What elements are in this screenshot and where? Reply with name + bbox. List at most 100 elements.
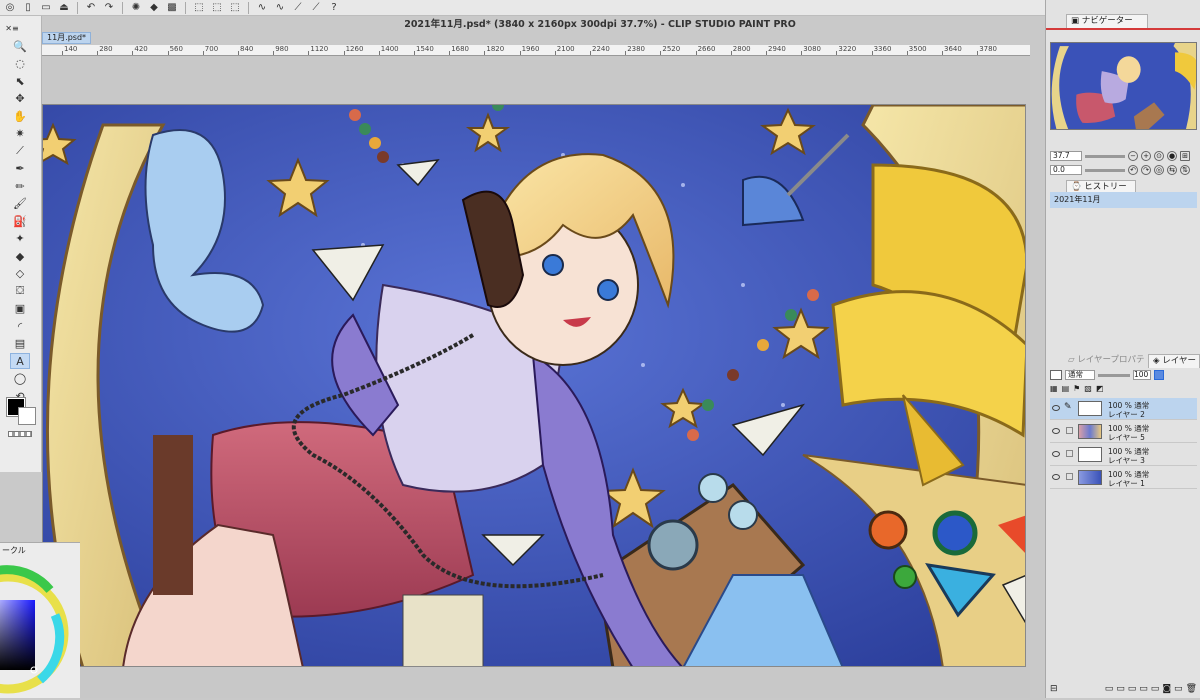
frame-icon[interactable]: ▤ bbox=[10, 336, 30, 352]
merge-layer-icon[interactable]: ▭ bbox=[1151, 684, 1160, 696]
layer-settings-row: 通常 100 bbox=[1050, 368, 1197, 382]
transform-icon[interactable]: ⬚ bbox=[191, 1, 207, 15]
stabilize-4-icon[interactable]: ⟋ bbox=[308, 1, 324, 15]
rotate-value-field[interactable]: 0.0 bbox=[1050, 165, 1082, 175]
airbrush-icon[interactable]: ⛽ bbox=[10, 213, 30, 229]
opacity-value[interactable]: 100 bbox=[1133, 370, 1151, 380]
zoom-in-icon[interactable]: + bbox=[1141, 151, 1151, 161]
pen-icon[interactable]: ✒ bbox=[10, 161, 30, 177]
gradient-icon[interactable]: ▣ bbox=[10, 301, 30, 317]
stabilize-1-icon[interactable]: ∿ bbox=[254, 1, 270, 15]
panel-menu-icon[interactable]: ⊟ bbox=[1050, 684, 1058, 696]
lasso-select-icon[interactable]: ◌ bbox=[10, 56, 30, 72]
layer-checkbox[interactable] bbox=[1066, 427, 1073, 434]
visibility-eye-icon[interactable] bbox=[1052, 405, 1060, 411]
rotate-slider[interactable] bbox=[1085, 168, 1125, 172]
right-dock: ▣ ナビゲーター 37.7 − + ⊙ ● ⊞ 0.0 ↶ ↷ ◎ ⇆ ⇅ ⌚ … bbox=[1045, 0, 1200, 698]
rotate-icon[interactable]: ⬚ bbox=[227, 1, 243, 15]
mask-icon[interactable]: ◩ bbox=[1096, 384, 1104, 394]
save-icon[interactable]: ⏏ bbox=[56, 1, 72, 15]
layer-row-2[interactable]: 100 % 通常 レイヤー 5 bbox=[1050, 421, 1197, 443]
clear-icon[interactable]: ✺ bbox=[128, 1, 144, 15]
fill-selection-icon[interactable]: ◆ bbox=[146, 1, 162, 15]
ruler-label: 1820 bbox=[486, 45, 505, 53]
zoom-fit-icon[interactable]: ⊙ bbox=[1154, 151, 1164, 161]
delete-layer-icon[interactable]: 🗑 bbox=[1186, 684, 1197, 696]
move-icon[interactable]: ✥ bbox=[10, 91, 30, 107]
layer-row-3[interactable]: 100 % 通常 レイヤー 3 bbox=[1050, 444, 1197, 466]
clip-studio-icon[interactable]: ◎ bbox=[2, 1, 18, 15]
new-raster-layer-icon[interactable]: ▭ bbox=[1105, 684, 1114, 696]
document-tab[interactable]: 11月.psd* bbox=[42, 32, 92, 44]
balloon-icon[interactable]: ◯ bbox=[10, 371, 30, 387]
flip-vertical-icon[interactable]: ⇅ bbox=[1180, 165, 1190, 175]
new-folder-icon[interactable]: ▭ bbox=[1128, 684, 1137, 696]
rotate-left-icon[interactable]: ↶ bbox=[1128, 165, 1138, 175]
blend-icon[interactable]: ◇ bbox=[10, 266, 30, 282]
tab-layer-property[interactable]: ▱ レイヤープロパティ bbox=[1064, 354, 1146, 377]
reference-icon[interactable]: ⚑ bbox=[1073, 384, 1080, 394]
opacity-slider[interactable] bbox=[1098, 373, 1130, 377]
brush-icon[interactable]: 🖌 bbox=[10, 196, 30, 212]
zoom-out-icon[interactable]: − bbox=[1128, 151, 1138, 161]
navigator-thumbnail[interactable] bbox=[1050, 42, 1197, 130]
transfer-layer-icon[interactable]: ▭ bbox=[1139, 684, 1148, 696]
layer-bottom-toolbar: ⊟ ▭ ▭ ▭ ▭ ▭ ◙ ▭ 🗑 bbox=[1050, 684, 1197, 696]
new-vector-layer-icon[interactable]: ▭ bbox=[1116, 684, 1125, 696]
eyedropper-icon[interactable]: ⟋ bbox=[10, 143, 30, 159]
zoom-icon[interactable]: 🔍 bbox=[10, 38, 30, 54]
expression-color-icon[interactable] bbox=[1050, 370, 1062, 380]
figure-icon[interactable]: ◜ bbox=[10, 318, 30, 334]
help-icon[interactable]: ? bbox=[326, 1, 342, 15]
layer-checkbox[interactable] bbox=[1066, 473, 1073, 480]
tab-navigator[interactable]: ▣ ナビゲーター bbox=[1066, 14, 1148, 28]
transparent-color-swatch[interactable] bbox=[8, 431, 32, 437]
color-wheel[interactable] bbox=[0, 555, 80, 700]
layer-checkbox[interactable] bbox=[1066, 450, 1073, 457]
panel-close-icon[interactable]: ✕≡ bbox=[2, 20, 22, 36]
artwork-canvas[interactable] bbox=[42, 104, 1026, 667]
draft-icon[interactable]: ▧ bbox=[1084, 384, 1092, 394]
ruler-tick bbox=[906, 51, 908, 55]
layer-row-4[interactable]: 100 % 通常 レイヤー 1 bbox=[1050, 467, 1197, 489]
zoom-value-field[interactable]: 37.7 bbox=[1050, 151, 1082, 161]
auto-select-icon[interactable]: ✷ bbox=[10, 126, 30, 142]
new-file-icon[interactable]: ▯ bbox=[20, 1, 36, 15]
create-mask-icon[interactable]: ◙ bbox=[1162, 684, 1171, 696]
zoom-slider-row: 37.7 − + ⊙ ● ⊞ bbox=[1050, 150, 1197, 162]
text-icon[interactable]: A bbox=[10, 353, 30, 369]
apply-mask-icon[interactable]: ▭ bbox=[1174, 684, 1183, 696]
visibility-eye-icon[interactable] bbox=[1052, 474, 1060, 480]
layer-row-1[interactable]: ✎ 100 % 通常 レイヤー 2 bbox=[1050, 398, 1197, 420]
stabilize-2-icon[interactable]: ∿ bbox=[272, 1, 288, 15]
scale-icon[interactable]: ⬚ bbox=[209, 1, 225, 15]
rotate-right-icon[interactable]: ↷ bbox=[1141, 165, 1151, 175]
hand-icon[interactable]: ✋ bbox=[10, 108, 30, 124]
ruler-label: 1120 bbox=[310, 45, 329, 53]
clip-icon[interactable]: ▤ bbox=[1062, 384, 1070, 394]
zoom-actual-icon[interactable]: ● bbox=[1167, 151, 1177, 161]
undo-icon[interactable]: ↶ bbox=[83, 1, 99, 15]
redo-icon[interactable]: ↷ bbox=[101, 1, 117, 15]
decoration-icon[interactable]: ✦ bbox=[10, 231, 30, 247]
visibility-eye-icon[interactable] bbox=[1052, 451, 1060, 457]
history-item[interactable]: 2021年11月 bbox=[1050, 192, 1197, 208]
selection-icon[interactable]: ▩ bbox=[164, 1, 180, 15]
tab-layer[interactable]: ◈ レイヤー bbox=[1148, 354, 1200, 368]
open-file-icon[interactable]: ▭ bbox=[38, 1, 54, 15]
layer-color-icon[interactable] bbox=[1154, 370, 1164, 380]
sub-color-swatch[interactable] bbox=[18, 407, 36, 425]
blend-mode-select[interactable]: 通常 bbox=[1065, 370, 1095, 380]
zoom-slider[interactable] bbox=[1085, 154, 1125, 158]
eraser-icon[interactable]: ◆ bbox=[10, 248, 30, 264]
fit-window-icon[interactable]: ⊞ bbox=[1180, 151, 1190, 161]
lock-icon[interactable]: ▦ bbox=[1050, 384, 1058, 394]
stabilize-3-icon[interactable]: ⟋ bbox=[290, 1, 306, 15]
pencil-icon[interactable]: ✏ bbox=[10, 178, 30, 194]
flip-horizontal-icon[interactable]: ⇆ bbox=[1167, 165, 1177, 175]
object-select-icon[interactable]: ⬉ bbox=[10, 73, 30, 89]
visibility-eye-icon[interactable] bbox=[1052, 428, 1060, 434]
ruler-tick bbox=[308, 51, 310, 55]
fill-icon[interactable]: ⛋ bbox=[10, 283, 30, 299]
reset-rotate-icon[interactable]: ◎ bbox=[1154, 165, 1164, 175]
